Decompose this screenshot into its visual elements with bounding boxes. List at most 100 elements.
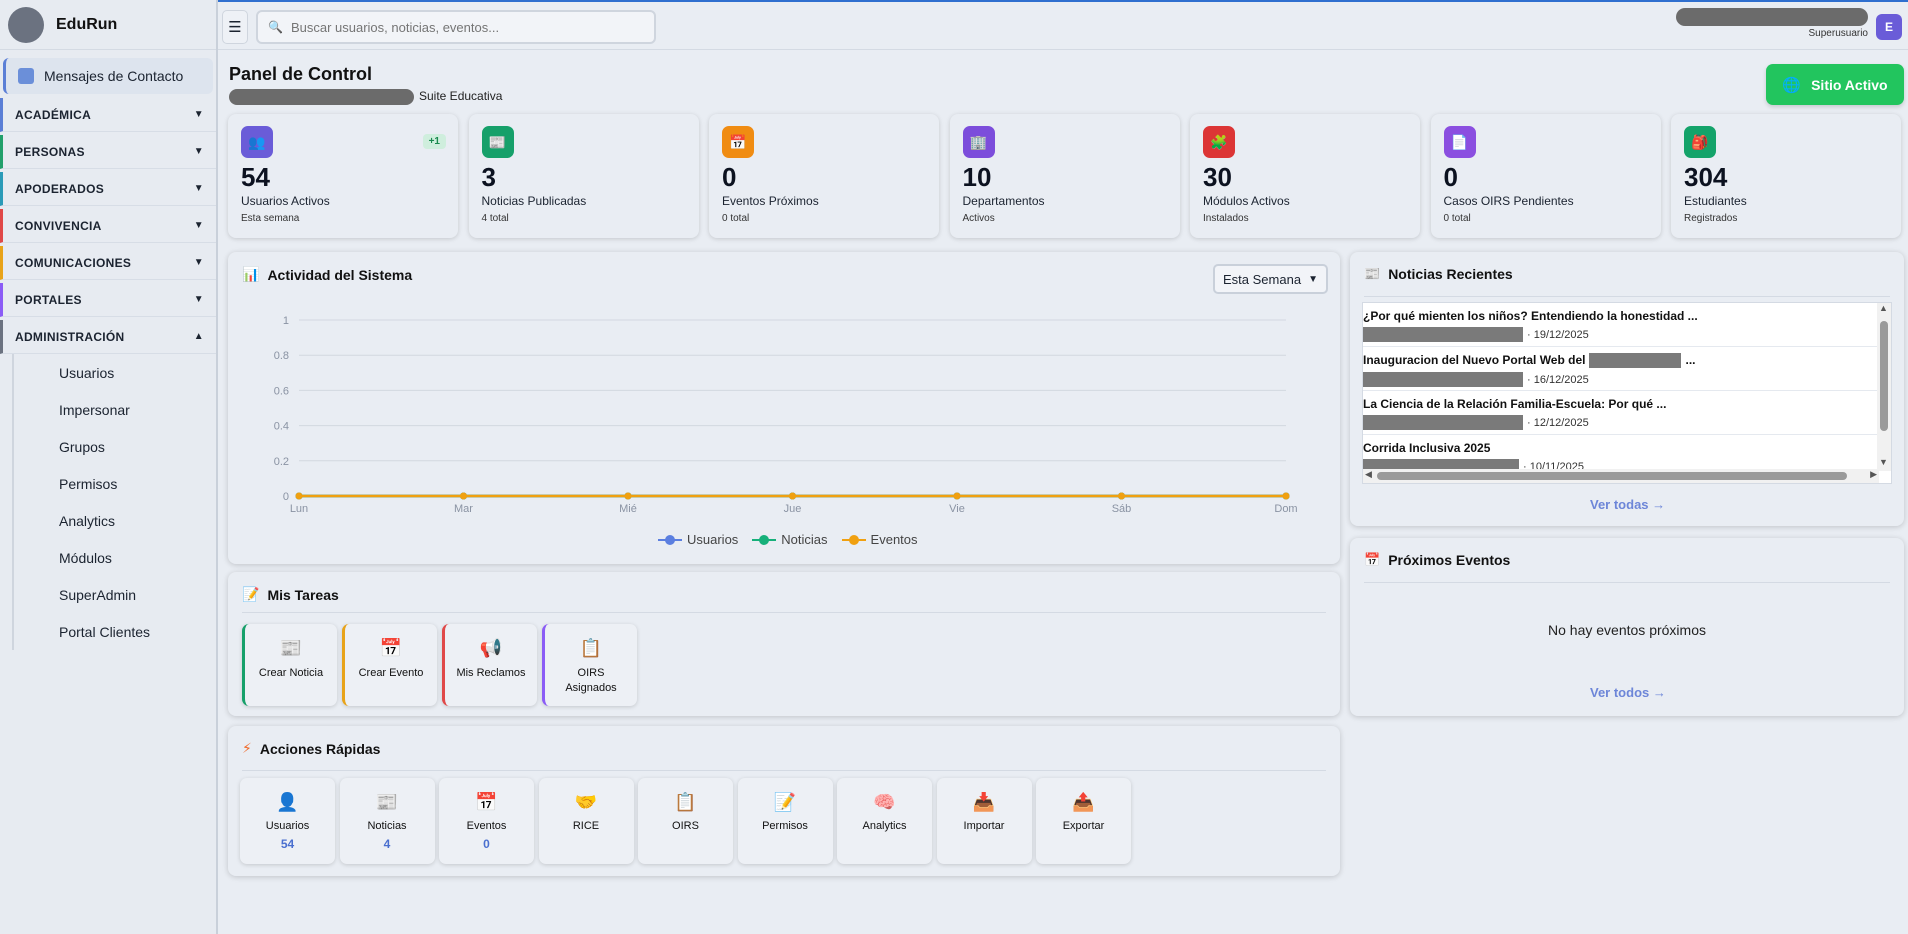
task-card-0[interactable]: 📰 Crear Noticia [242, 624, 337, 706]
quick-action-0[interactable]: 👤 Usuarios 54 [240, 778, 335, 864]
vertical-scrollbar[interactable]: ▲ ▼ [1877, 303, 1891, 471]
scroll-up-icon[interactable]: ▲ [1879, 303, 1888, 313]
scrollbar-thumb[interactable] [1880, 321, 1888, 431]
quick-action-label: Noticias [367, 820, 407, 832]
stat-value: 304 [1684, 162, 1728, 192]
quick-action-8[interactable]: 📤 Exportar [1036, 778, 1131, 864]
quick-action-count: 54 [280, 837, 295, 851]
task-label: Mis Reclamos [456, 667, 526, 679]
activity-panel: 📊 Actividad del Sistema Esta Semana ▼ 00… [228, 252, 1340, 564]
horizontal-scrollbar[interactable]: ◀ ▶ [1363, 469, 1879, 483]
site-active-button[interactable]: 🌐 Sitio Activo [1766, 64, 1904, 105]
sidebar-group-3[interactable]: CONVIVENCIA ▼ [0, 209, 216, 243]
legend-item[interactable]: Eventos [841, 532, 918, 547]
task-card-3[interactable]: 📋 OIRS Asignados [542, 624, 637, 706]
caret-up-icon: ▲ [193, 331, 204, 342]
news-list[interactable]: ¿Por qué mienten los niños? Entendiendo … [1362, 302, 1892, 484]
stat-sub: 0 total [722, 213, 750, 224]
news-item-title: La Ciencia de la Relación Familia-Escuel… [1363, 397, 1667, 411]
sidebar-subitem-3[interactable]: Permisos [14, 465, 216, 502]
data-point-eventos[interactable] [953, 492, 961, 500]
data-point-eventos[interactable] [789, 492, 796, 500]
stat-sub: Registrados [1684, 213, 1738, 224]
search-input[interactable] [290, 19, 631, 35]
quick-action-1[interactable]: 📰 Noticias 4 [339, 778, 435, 864]
news-item[interactable]: La Ciencia de la Relación Familia-Escuel… [1363, 391, 1877, 435]
data-point-eventos[interactable] [1282, 492, 1290, 500]
stat-card-6[interactable]: 🎒 304 Estudiantes Registrados [1671, 114, 1901, 238]
sidebar-subitem-2[interactable]: Grupos [14, 428, 216, 465]
scroll-down-icon[interactable]: ▼ [1879, 457, 1888, 467]
mailbox-icon [18, 68, 34, 84]
scroll-left-icon[interactable]: ◀ [1365, 469, 1372, 480]
stat-value: 0 [1443, 162, 1458, 192]
news-item-title-row: Corrida Inclusiva 2025 [1363, 441, 1877, 455]
data-point-eventos[interactable] [624, 492, 632, 500]
stat-card-2[interactable]: 📅 0 Eventos Próximos 0 total [709, 114, 939, 238]
sidebar-group-2[interactable]: APODERADOS ▼ [0, 172, 216, 206]
stat-card-0[interactable]: 👥 54 Usuarios Activos Esta semana +1 [228, 114, 458, 238]
sidebar-subitem-7[interactable]: Portal Clientes [14, 613, 216, 650]
sidebar-group-5[interactable]: PORTALES ▼ [0, 283, 216, 317]
scroll-right-icon[interactable]: ▶ [1870, 469, 1877, 480]
stat-card-3[interactable]: 🏢 10 Departamentos Activos [949, 114, 1180, 238]
quick-action-3[interactable]: 🤝 RICE [538, 778, 634, 864]
stat-label: Departamentos [962, 194, 1045, 208]
user-role: Superusuario [1808, 28, 1868, 39]
quick-action-6[interactable]: 🧠 Analytics [837, 778, 932, 864]
stat-card-1[interactable]: 📰 3 Noticias Publicadas 4 total [468, 114, 699, 238]
x-tick-label: Sáb [1112, 503, 1132, 515]
quick-action-5[interactable]: 📝 Permisos [737, 778, 833, 864]
sidebar-subitem-5[interactable]: Módulos [14, 539, 216, 576]
sidebar-group-1[interactable]: PERSONAS ▼ [0, 135, 216, 169]
legend-item[interactable]: Noticias [752, 532, 828, 547]
sidebar-group-0[interactable]: ACADÉMICA ▼ [0, 98, 216, 132]
logo-icon [8, 6, 44, 43]
sidebar-group-6[interactable]: ADMINISTRACIÓN ▲ [0, 320, 216, 354]
data-point-eventos[interactable] [460, 492, 467, 500]
outbox-icon: 📤 [1072, 792, 1095, 812]
trend-badge: +1 [422, 134, 446, 149]
stat-card-5[interactable]: 📄 0 Casos OIRS Pendientes 0 total [1430, 114, 1661, 238]
legend-label: Noticias [781, 532, 828, 547]
sidebar-group-label: ACADÉMICA [15, 107, 92, 122]
stat-sub: 4 total [481, 213, 509, 224]
brand[interactable]: EduRun [0, 0, 216, 50]
divider [242, 770, 1326, 771]
menu-toggle-button[interactable]: ☰ [222, 10, 248, 44]
sidebar-group-4[interactable]: COMUNICACIONES ▼ [0, 246, 216, 280]
avatar[interactable]: E [1876, 14, 1902, 40]
sidebar-subitem-6[interactable]: SuperAdmin [14, 576, 216, 613]
stat-card-4[interactable]: 🧩 30 Módulos Activos Instalados [1190, 114, 1420, 238]
y-tick-label: 0.6 [274, 385, 289, 397]
sidebar-item-label: Mensajes de Contacto [44, 68, 184, 84]
task-card-2[interactable]: 📢 Mis Reclamos [442, 624, 537, 706]
sidebar-subitem-0[interactable]: Usuarios [14, 354, 216, 391]
news-view-all-link[interactable]: Ver todas → [1590, 497, 1665, 512]
data-point-eventos[interactable] [1118, 492, 1125, 500]
app-name: EduRun [56, 15, 118, 33]
events-view-all-link[interactable]: Ver todos → [1590, 685, 1666, 700]
news-item-meta: · 16/12/2025 [1363, 372, 1877, 388]
y-tick-label: 0.2 [274, 456, 289, 468]
calendar-icon: 📅 [379, 638, 403, 658]
news-item[interactable]: ¿Por qué mienten los niños? Entendiendo … [1363, 303, 1877, 347]
sidebar-item-contact-messages[interactable]: Mensajes de Contacto [3, 58, 213, 94]
sidebar-subitem-1[interactable]: Impersonar [14, 391, 216, 428]
data-point-eventos[interactable] [295, 492, 303, 500]
legend-item[interactable]: Usuarios [658, 532, 738, 547]
task-label: Crear Evento [358, 667, 424, 679]
sidebar-subitem-4[interactable]: Analytics [14, 502, 216, 539]
quick-action-4[interactable]: 📋 OIRS [638, 778, 733, 864]
news-item-title-row: Inauguracion del Nuevo Portal Web del... [1363, 353, 1877, 369]
quick-action-2[interactable]: 📅 Eventos 0 [439, 778, 534, 864]
sidebar-group-label: APODERADOS [15, 181, 105, 196]
quick-action-7[interactable]: 📥 Importar [936, 778, 1032, 864]
news-item-title: Corrida Inclusiva 2025 [1363, 441, 1491, 455]
search-box[interactable]: 🔍 [256, 10, 656, 44]
y-tick-label: 0.4 [274, 421, 289, 433]
scrollbar-thumb[interactable] [1377, 472, 1847, 480]
x-tick-label: Lun [290, 503, 308, 515]
task-card-1[interactable]: 📅 Crear Evento [342, 624, 437, 706]
news-item[interactable]: Inauguracion del Nuevo Portal Web del...… [1363, 347, 1877, 391]
